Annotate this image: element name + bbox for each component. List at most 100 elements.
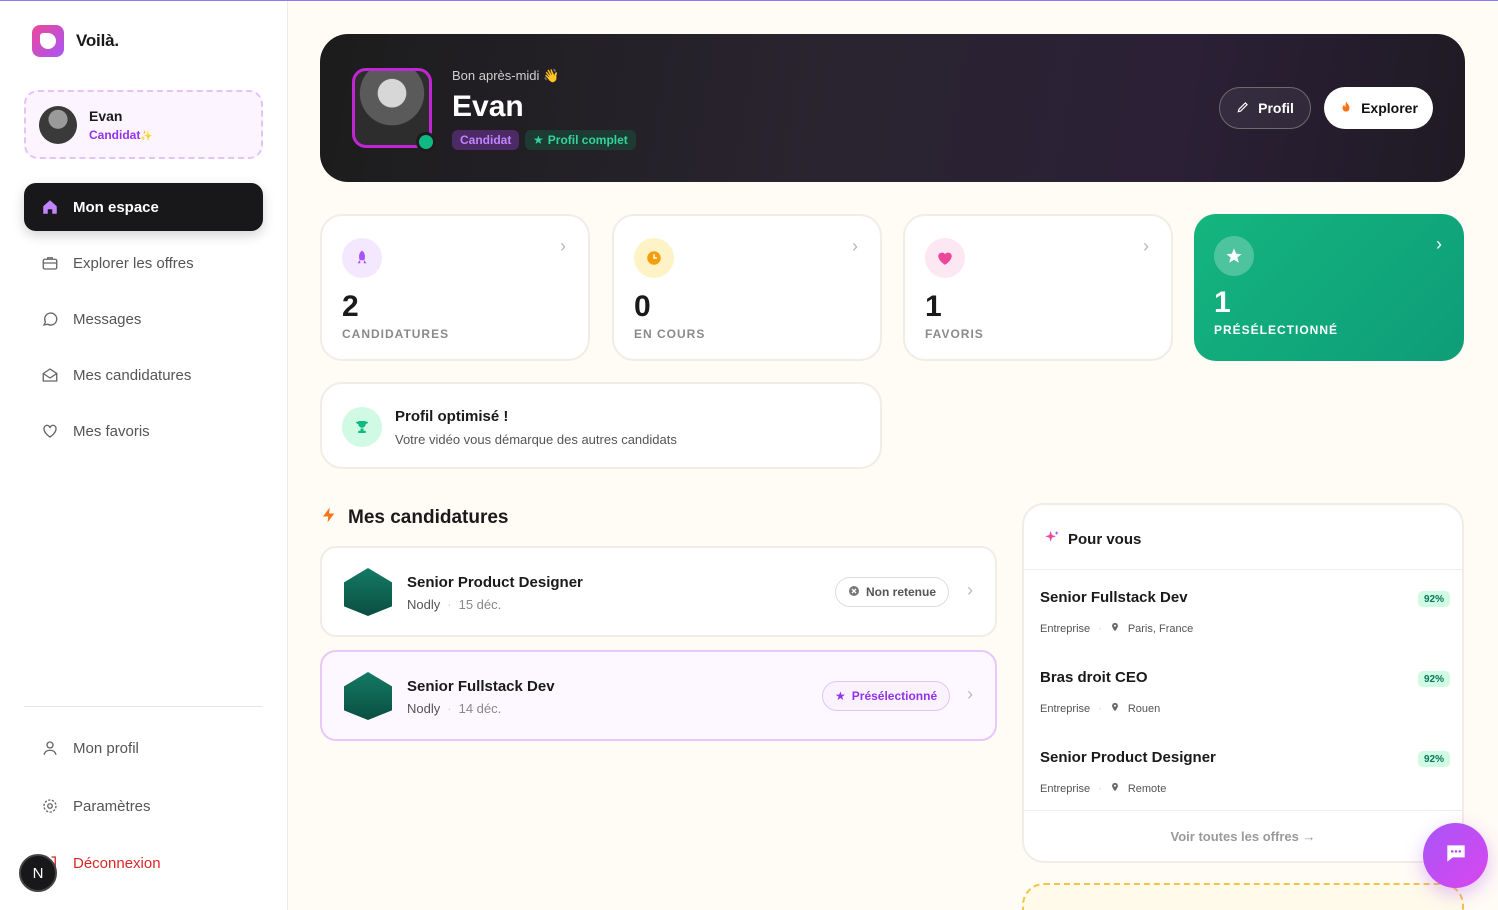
chat-icon bbox=[1443, 840, 1469, 871]
application-meta: Nodly · 14 déc. bbox=[407, 701, 502, 716]
online-status-icon bbox=[416, 132, 436, 152]
application-meta: Nodly · 15 déc. bbox=[407, 597, 502, 612]
job-title: Bras droit CEO bbox=[1040, 669, 1148, 686]
sidebar-item-candidatures[interactable]: Mes candidatures bbox=[24, 353, 263, 397]
stat-card-candidatures[interactable]: 2 CANDIDATURES › bbox=[320, 214, 590, 361]
application-title: Senior Fullstack Dev bbox=[407, 678, 555, 695]
pin-icon bbox=[1110, 781, 1120, 796]
sparkles-icon bbox=[1044, 529, 1060, 549]
logo[interactable]: Voilà. bbox=[32, 25, 119, 57]
job-item[interactable]: Senior Product Designer Entreprise · Remo… bbox=[1040, 749, 1450, 809]
stat-card-preselectionne[interactable]: 1 PRÉSÉLECTIONNÉ › bbox=[1194, 214, 1464, 361]
profile-optimized-card: Profil optimisé ! Votre vidéo vous démar… bbox=[320, 382, 882, 469]
chevron-right-icon: › bbox=[852, 236, 858, 256]
sidebar-item-label: Mes candidatures bbox=[73, 366, 192, 384]
profile-complete-chip: ★ Profil complet bbox=[525, 130, 636, 150]
application-title: Senior Product Designer bbox=[407, 574, 583, 591]
x-circle-icon bbox=[848, 585, 860, 600]
stat-label: EN COURS bbox=[634, 327, 706, 341]
sidebar-item-deconnexion[interactable]: Déconnexion bbox=[24, 841, 263, 885]
trophy-icon bbox=[342, 407, 382, 447]
logo-icon bbox=[32, 25, 64, 57]
rocket-icon bbox=[342, 238, 382, 278]
divider bbox=[24, 706, 263, 707]
sidebar-item-profil[interactable]: Mon profil bbox=[24, 726, 263, 770]
promo-card bbox=[1022, 883, 1464, 910]
user-name: Evan bbox=[89, 107, 123, 124]
application-row[interactable]: Senior Product Designer Nodly · 15 déc. No… bbox=[320, 546, 997, 637]
chevron-right-icon: › bbox=[560, 236, 566, 256]
chevron-right-icon: › bbox=[967, 580, 973, 600]
heart-icon bbox=[41, 422, 59, 440]
stat-value: 1 bbox=[1214, 286, 1231, 319]
status-badge: Non retenue bbox=[835, 577, 950, 607]
lightning-icon bbox=[320, 504, 338, 532]
user-icon bbox=[41, 739, 59, 757]
optimized-title: Profil optimisé ! bbox=[395, 408, 509, 425]
sidebar-item-mon-espace[interactable]: Mon espace bbox=[24, 183, 263, 231]
company-logo bbox=[344, 672, 392, 720]
sidebar-item-favoris[interactable]: Mes favoris bbox=[24, 409, 263, 453]
sidebar-item-label: Déconnexion bbox=[73, 854, 161, 872]
status-badge: ★ Présélectionné bbox=[822, 681, 951, 711]
clock-icon bbox=[634, 238, 674, 278]
profil-button[interactable]: Profil bbox=[1219, 87, 1311, 129]
sidebar-item-label: Messages bbox=[73, 310, 142, 328]
role-chip: Candidat bbox=[452, 130, 520, 150]
for-you-panel: Pour vous Senior Fullstack Dev Entrepris… bbox=[1022, 503, 1464, 863]
job-meta: Entreprise · Remote bbox=[1040, 781, 1167, 796]
for-you-title: Pour vous bbox=[1044, 529, 1141, 549]
chat-button[interactable] bbox=[1423, 823, 1488, 888]
message-icon bbox=[41, 310, 59, 328]
match-badge: 92% bbox=[1417, 591, 1450, 607]
application-row[interactable]: Senior Fullstack Dev Nodly · 14 déc. ★ Pré… bbox=[320, 650, 997, 741]
company-logo bbox=[344, 568, 392, 616]
explorer-button[interactable]: Explorer bbox=[1324, 87, 1433, 129]
chevron-right-icon: › bbox=[1436, 234, 1442, 254]
stat-label: CANDIDATURES bbox=[342, 327, 450, 341]
pin-icon bbox=[1110, 621, 1120, 636]
briefcase-icon bbox=[41, 254, 59, 272]
sidebar-item-label: Mon profil bbox=[73, 739, 139, 757]
optimized-subtitle: Votre vidéo vous démarque des autres can… bbox=[395, 432, 677, 447]
stat-value: 2 bbox=[342, 290, 359, 323]
flame-icon bbox=[1339, 100, 1353, 117]
section-title-candidatures: Mes candidatures bbox=[320, 504, 509, 532]
stat-value: 1 bbox=[925, 290, 942, 323]
stat-value: 0 bbox=[634, 290, 651, 323]
divider bbox=[1024, 569, 1462, 570]
job-title: Senior Fullstack Dev bbox=[1040, 589, 1188, 606]
sidebar-item-label: Mes favoris bbox=[73, 422, 150, 440]
envelope-open-icon bbox=[41, 366, 59, 384]
sidebar-item-parametres[interactable]: Paramètres bbox=[24, 784, 263, 828]
sidebar-item-messages[interactable]: Messages bbox=[24, 297, 263, 341]
job-title: Senior Product Designer bbox=[1040, 749, 1216, 766]
divider bbox=[1024, 810, 1462, 811]
job-meta: Entreprise · Paris, France bbox=[1040, 621, 1194, 636]
match-badge: 92% bbox=[1417, 751, 1450, 767]
job-meta: Entreprise · Rouen bbox=[1040, 702, 1161, 715]
job-item[interactable]: Senior Fullstack Dev Entreprise · Paris, … bbox=[1040, 589, 1450, 649]
user-role: Candidat✨ bbox=[89, 127, 153, 142]
home-icon bbox=[41, 198, 59, 216]
hero-name: Evan bbox=[452, 90, 524, 123]
job-item[interactable]: Bras droit CEO Entreprise · Rouen 92% bbox=[1040, 669, 1450, 729]
stat-card-favoris[interactable]: 1 FAVORIS › bbox=[903, 214, 1173, 361]
sidebar: Voilà. Evan Candidat✨ Mon espace Explore… bbox=[0, 1, 288, 910]
user-card[interactable]: Evan Candidat✨ bbox=[24, 90, 263, 159]
hero-banner: Bon après-midi 👋 Evan Candidat ★ Profil … bbox=[320, 34, 1465, 182]
sidebar-item-label: Paramètres bbox=[73, 797, 151, 815]
heart-icon bbox=[925, 238, 965, 278]
brand-name: Voilà. bbox=[76, 31, 119, 50]
see-all-offers-link[interactable]: Voir toutes les offres → bbox=[1024, 829, 1462, 844]
avatar bbox=[39, 105, 77, 144]
sidebar-item-explorer[interactable]: Explorer les offres bbox=[24, 241, 263, 285]
stat-label: FAVORIS bbox=[925, 327, 984, 341]
pencil-icon bbox=[1236, 100, 1250, 117]
greeting: Bon après-midi 👋 bbox=[452, 68, 560, 83]
stat-card-en-cours[interactable]: 0 EN COURS › bbox=[612, 214, 882, 361]
sidebar-item-label: Explorer les offres bbox=[73, 254, 194, 272]
dev-badge[interactable]: N bbox=[19, 854, 57, 892]
star-icon: ★ bbox=[835, 689, 846, 703]
match-badge: 92% bbox=[1417, 671, 1450, 687]
